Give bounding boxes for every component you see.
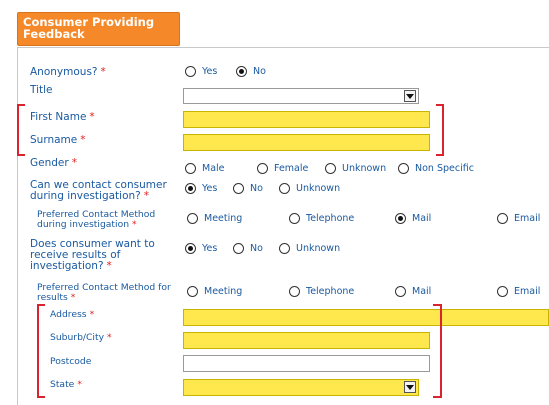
- gender-label: Gender *: [30, 157, 77, 169]
- anonymous-label: Anonymous? *: [30, 66, 106, 78]
- suburb-input[interactable]: [183, 332, 430, 349]
- section-left-border: [17, 47, 18, 405]
- contact-method-during-meeting-radio[interactable]: Meeting: [187, 213, 242, 224]
- receive-results-label: Does consumer want to receive results of…: [30, 238, 155, 272]
- chevron-down-icon: [404, 381, 416, 393]
- gender-female-radio[interactable]: Female: [257, 163, 308, 174]
- contact-during-unknown-radio[interactable]: Unknown: [279, 183, 340, 194]
- title-label: Title: [30, 84, 53, 96]
- section-title: Consumer Providing Feedback: [23, 15, 155, 41]
- radio-icon: [185, 66, 196, 77]
- radio-checked-icon: [185, 183, 196, 194]
- suburb-label: Suburb/City *: [50, 332, 112, 343]
- radio-icon: [289, 286, 300, 297]
- chevron-down-icon: [404, 90, 416, 102]
- contact-method-results-telephone-radio[interactable]: Telephone: [289, 286, 354, 297]
- address-input[interactable]: [183, 309, 549, 326]
- gender-non-specific-radio[interactable]: Non Specific: [398, 163, 474, 174]
- title-select[interactable]: [183, 88, 419, 104]
- radio-icon: [325, 163, 336, 174]
- radio-icon: [279, 183, 290, 194]
- contact-method-during-label: Preferred Contact Method during investig…: [37, 209, 156, 230]
- surname-input[interactable]: [183, 134, 430, 151]
- radio-icon: [257, 163, 268, 174]
- receive-results-yes-radio[interactable]: Yes: [185, 243, 217, 254]
- receive-results-no-radio[interactable]: No: [233, 243, 263, 254]
- gender-male-radio[interactable]: Male: [185, 163, 225, 174]
- contact-during-yes-radio[interactable]: Yes: [185, 183, 217, 194]
- state-select[interactable]: [183, 379, 419, 396]
- section-header-tab: Consumer Providing Feedback: [17, 12, 180, 46]
- postcode-label: Postcode: [50, 356, 92, 367]
- radio-icon: [395, 286, 406, 297]
- anonymous-yes-radio[interactable]: Yes: [185, 66, 217, 77]
- contact-method-results-email-radio[interactable]: Email: [497, 286, 540, 297]
- radio-icon: [187, 286, 198, 297]
- radio-icon: [497, 213, 508, 224]
- radio-icon: [233, 183, 244, 194]
- name-highlight-bracket-left: [17, 104, 25, 156]
- address-highlight-bracket-right: [433, 304, 442, 398]
- surname-label: Surname *: [30, 134, 86, 146]
- address-highlight-bracket-left: [37, 304, 45, 398]
- radio-icon: [497, 286, 508, 297]
- address-label: Address *: [50, 309, 95, 320]
- radio-icon: [289, 213, 300, 224]
- radio-icon: [233, 243, 244, 254]
- radio-checked-icon: [236, 66, 247, 77]
- contact-during-no-radio[interactable]: No: [233, 183, 263, 194]
- radio-icon: [279, 243, 290, 254]
- contact-during-label: Can we contact consumer during investiga…: [30, 179, 167, 202]
- gender-unknown-radio[interactable]: Unknown: [325, 163, 386, 174]
- first-name-label: First Name *: [30, 111, 95, 123]
- contact-method-during-telephone-radio[interactable]: Telephone: [289, 213, 354, 224]
- radio-icon: [185, 163, 196, 174]
- radio-icon: [398, 163, 409, 174]
- radio-icon: [187, 213, 198, 224]
- contact-method-results-meeting-radio[interactable]: Meeting: [187, 286, 242, 297]
- radio-checked-icon: [395, 213, 406, 224]
- contact-method-during-mail-radio[interactable]: Mail: [395, 213, 431, 224]
- contact-method-results-label: Preferred Contact Method for results *: [37, 282, 171, 303]
- section-divider: [17, 47, 549, 48]
- radio-checked-icon: [185, 243, 196, 254]
- state-label: State *: [50, 379, 82, 390]
- contact-method-results-mail-radio[interactable]: Mail: [395, 286, 431, 297]
- contact-method-during-email-radio[interactable]: Email: [497, 213, 540, 224]
- anonymous-no-radio[interactable]: No: [236, 66, 266, 77]
- name-highlight-bracket-right: [436, 104, 444, 156]
- first-name-input[interactable]: [183, 111, 430, 128]
- postcode-input[interactable]: [183, 355, 430, 372]
- receive-results-unknown-radio[interactable]: Unknown: [279, 243, 340, 254]
